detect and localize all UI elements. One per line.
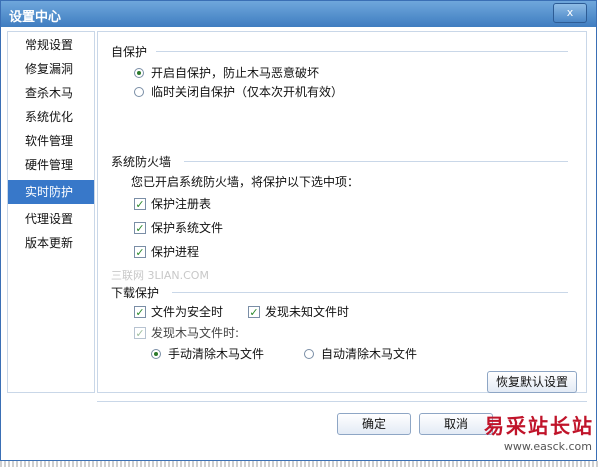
- checkbox-checked-icon[interactable]: ✓: [134, 198, 146, 210]
- footer-divider: [97, 401, 587, 402]
- checkbox-checked-icon[interactable]: ✓: [134, 222, 146, 234]
- manual-clean-label: 手动清除木马文件: [168, 347, 265, 361]
- radio-selected-icon[interactable]: [151, 349, 161, 359]
- trojan-file-label: 发现木马文件时:: [151, 326, 240, 340]
- close-button[interactable]: x: [553, 3, 587, 23]
- watermark-text: 三联网 3LIAN.COM: [111, 269, 209, 282]
- sidebar-item-general[interactable]: 常规设置: [8, 33, 94, 57]
- self-protect-title: 自保护: [111, 45, 148, 59]
- safe-file-label: 文件为安全时: [151, 305, 224, 319]
- sidebar-item-optimize[interactable]: 系统优化: [8, 105, 94, 129]
- unknown-file-label: 发现未知文件时: [265, 305, 350, 319]
- sidebar-item-repair[interactable]: 修复漏洞: [8, 57, 94, 81]
- enable-self-protect-label: 开启自保护，防止木马恶意破坏: [151, 66, 320, 80]
- sidebar-item-software[interactable]: 软件管理: [8, 129, 94, 153]
- sidebar-item-update[interactable]: 版本更新: [8, 231, 94, 255]
- checkbox-checked-icon[interactable]: ✓: [248, 306, 260, 318]
- checkbox-checked-icon[interactable]: ✓: [134, 306, 146, 318]
- auto-clean-label: 自动清除木马文件: [321, 347, 418, 361]
- window-title: 设置中心: [9, 10, 62, 25]
- sidebar-item-proxy[interactable]: 代理设置: [8, 207, 94, 231]
- firewall-description: 您已开启系统防火墙，将保护以下选中项：: [131, 175, 360, 189]
- sidebar-item-hardware[interactable]: 硬件管理: [8, 153, 94, 177]
- checkbox-checked-icon[interactable]: ✓: [134, 246, 146, 258]
- firewall-title: 系统防火墙: [111, 155, 172, 169]
- protect-registry-label: 保护注册表: [151, 197, 212, 211]
- restore-default-button[interactable]: 恢复默认设置: [487, 371, 577, 393]
- sidebar: 常规设置 修复漏洞 查杀木马 系统优化 软件管理 硬件管理 实时防护 代理设置 …: [7, 31, 95, 393]
- bottom-pattern-bar: [0, 461, 600, 467]
- sidebar-item-realtime-protection[interactable]: 实时防护: [8, 180, 94, 204]
- radio-selected-icon[interactable]: [134, 68, 144, 78]
- self-protect-divider: [156, 51, 568, 52]
- brand-logo-text: 易采站长站: [484, 414, 594, 438]
- ok-button[interactable]: 确定: [337, 413, 411, 435]
- title-bar[interactable]: 设置中心 x: [1, 1, 596, 27]
- settings-window: 设置中心 x 常规设置 修复漏洞 查杀木马 系统优化 软件管理 硬件管理 实时防…: [0, 0, 597, 461]
- radio-unselected-icon[interactable]: [304, 349, 314, 359]
- radio-unselected-icon[interactable]: [134, 87, 144, 97]
- checkbox-disabled-icon[interactable]: ✓: [134, 327, 146, 339]
- firewall-divider: [184, 161, 568, 162]
- disable-self-protect-label: 临时关闭自保护（仅本次开机有效）: [151, 85, 344, 99]
- brand-url: www.easck.com: [503, 440, 592, 453]
- settings-panel: 自保护 开启自保护，防止木马恶意破坏 临时关闭自保护（仅本次开机有效） 系统防火…: [97, 31, 587, 393]
- download-protect-title: 下载保护: [111, 286, 160, 300]
- sidebar-item-trojan-scan[interactable]: 查杀木马: [8, 81, 94, 105]
- download-protect-divider: [172, 292, 568, 293]
- protect-process-label: 保护进程: [151, 245, 200, 259]
- close-icon: x: [566, 6, 574, 19]
- protect-system-files-label: 保护系统文件: [151, 221, 224, 235]
- cancel-button[interactable]: 取消: [419, 413, 493, 435]
